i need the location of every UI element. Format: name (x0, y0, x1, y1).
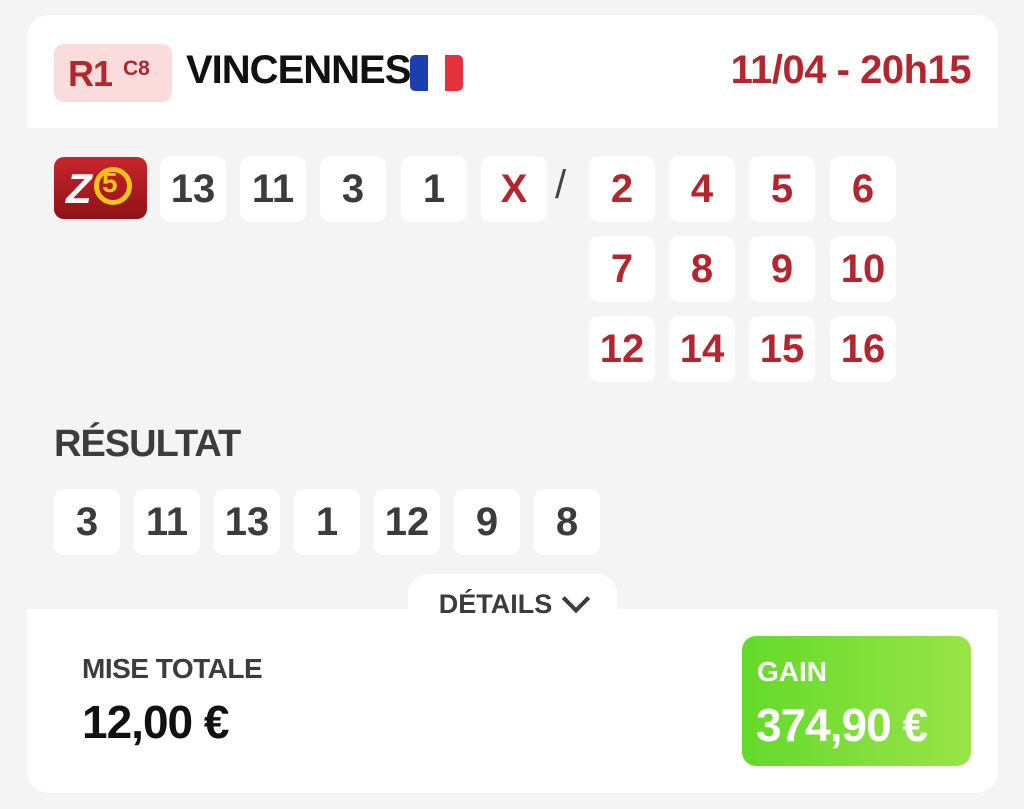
associate-number: 4 (669, 156, 735, 222)
result-number: 3 (54, 489, 120, 555)
associate-number: 6 (830, 156, 896, 222)
details-label: DÉTAILS (438, 588, 553, 619)
associate-number: 9 (749, 236, 815, 302)
associate-number: 12 (589, 316, 655, 382)
base-number: 13 (160, 156, 226, 222)
associate-number: 10 (830, 236, 896, 302)
bet-separator: / (555, 163, 567, 207)
race-bet-card: R1 C8 VINCENNES 11/04 - 20h15 Z 5 13 11 … (27, 15, 998, 793)
chevron-down-icon (562, 584, 591, 614)
result-number: 11 (134, 489, 200, 555)
associate-number: 14 (669, 316, 735, 382)
result-number: 9 (454, 489, 520, 555)
france-flag-icon (410, 55, 463, 91)
base-marker-x: X (481, 156, 547, 222)
race-header: R1 C8 VINCENNES 11/04 - 20h15 (27, 15, 998, 128)
associate-number: 2 (589, 156, 655, 222)
gain-badge: GAIN 374,90 € (742, 636, 971, 766)
z5-logo-digit: 5 (102, 167, 118, 198)
result-number: 8 (534, 489, 600, 555)
gain-value: 374,90 € (756, 699, 928, 751)
base-number: 11 (240, 156, 306, 222)
result-label: RÉSULTAT (54, 423, 241, 465)
z5-logo-icon: Z 5 (54, 157, 147, 219)
result-number: 12 (374, 489, 440, 555)
venue-name: VINCENNES (186, 48, 411, 92)
result-number: 13 (214, 489, 280, 555)
gain-label: GAIN (757, 656, 827, 687)
associate-number: 16 (830, 316, 896, 382)
result-number: 1 (294, 489, 360, 555)
bet-summary-footer: MISE TOTALE 12,00 € GAIN 374,90 € (27, 609, 998, 793)
base-number: 1 (401, 156, 467, 222)
associate-number: 7 (589, 236, 655, 302)
z5-logo-letter: Z (66, 165, 92, 212)
associate-number: 15 (749, 316, 815, 382)
base-number: 3 (320, 156, 386, 222)
total-stake-label: MISE TOTALE (82, 653, 263, 684)
associate-number: 8 (669, 236, 735, 302)
race-datetime: 11/04 - 20h15 (730, 48, 972, 92)
total-stake-value: 12,00 € (82, 696, 229, 748)
details-toggle-button[interactable]: DÉTAILS (408, 574, 617, 634)
course-number: C8 (123, 57, 150, 80)
race-code-badge: R1 C8 (54, 44, 172, 102)
associate-number: 5 (749, 156, 815, 222)
reunion-number: R1 (68, 53, 113, 94)
